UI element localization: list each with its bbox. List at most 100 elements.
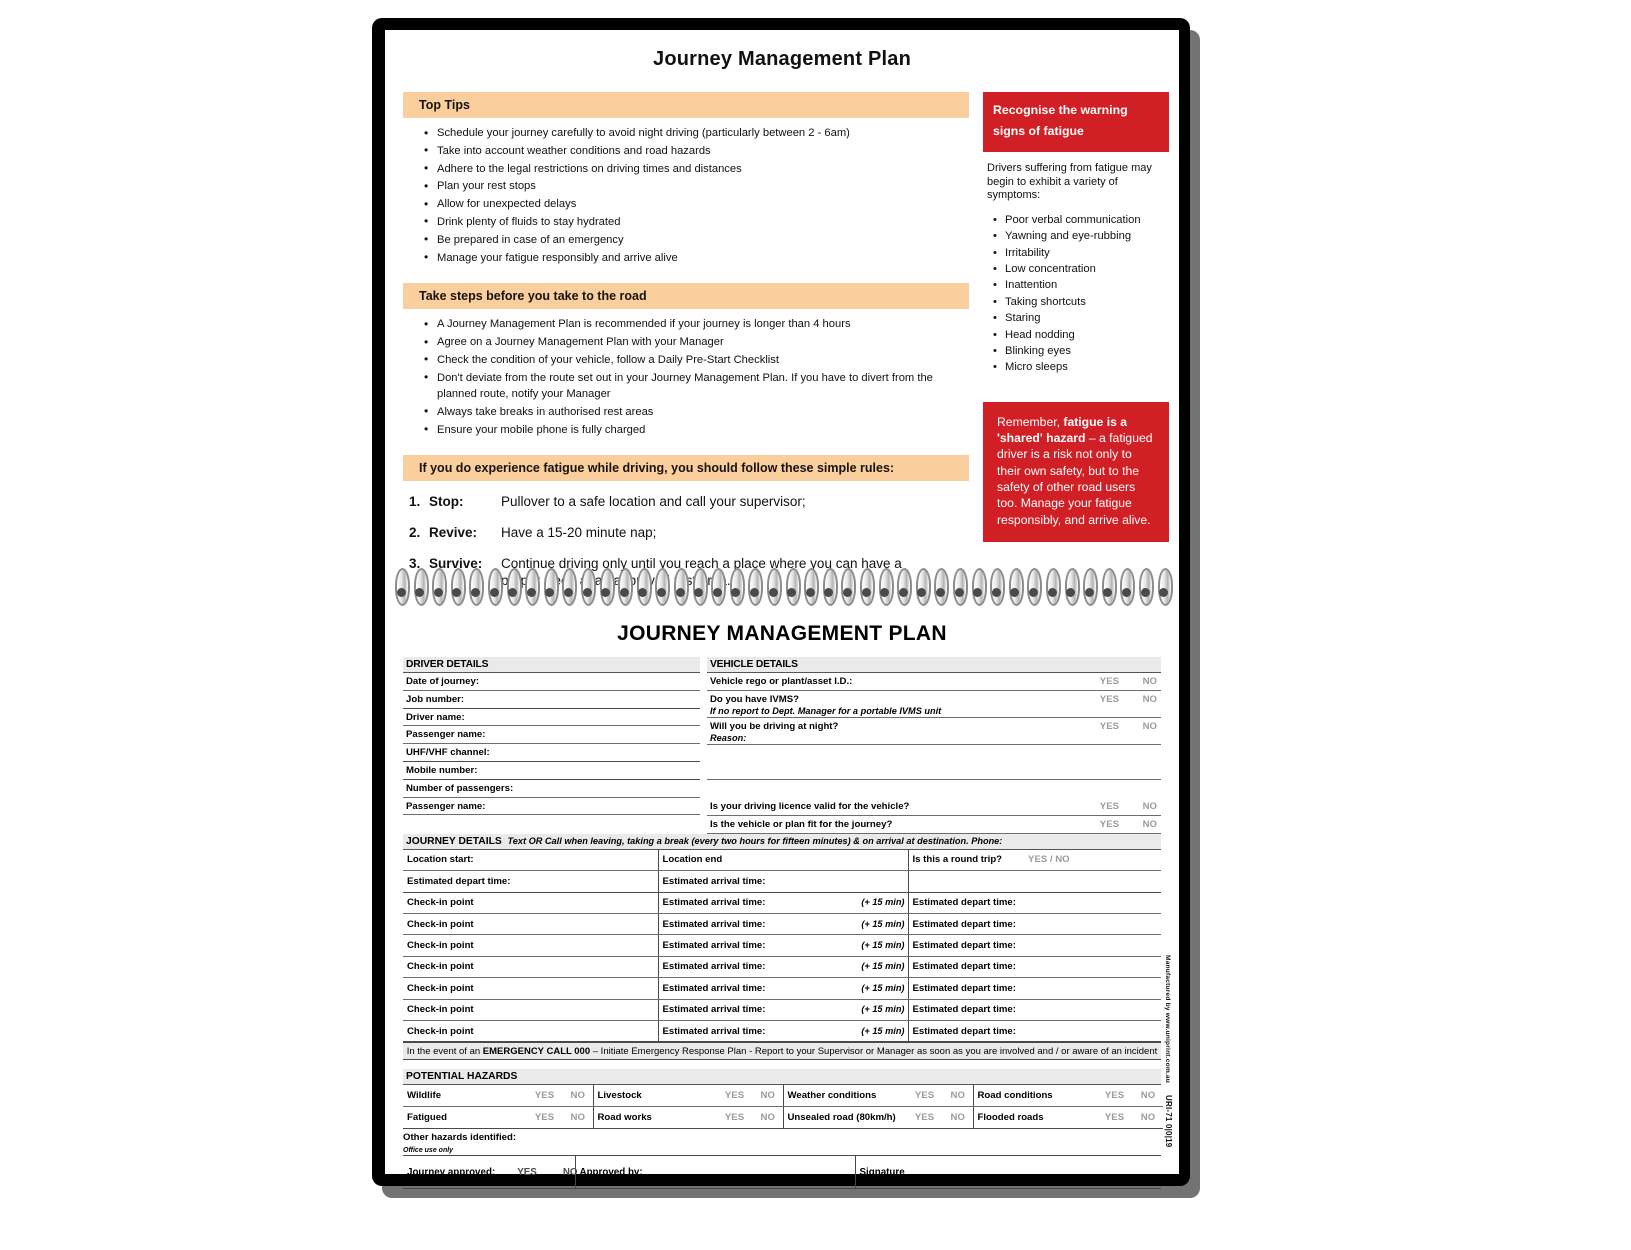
no-option[interactable]: NO (1143, 693, 1157, 706)
manufacturer-credit: Manufactured by www.uniprint.com.au (1164, 955, 1171, 1084)
field-passenger-name-1[interactable]: Passenger name: (403, 726, 700, 745)
cell-signature[interactable]: Signature (854, 1155, 1161, 1190)
cell-checkin-point[interactable]: Check-in point (403, 934, 658, 957)
field-vehicle-rego[interactable]: Vehicle rego or plant/asset I.D.: YES NO (707, 673, 1161, 691)
table-row: Estimated depart time: Estimated arrival… (403, 870, 1161, 893)
plus-fifteen-min: (+ 15 min) (861, 918, 905, 929)
hazard-road-works: Road works (592, 1106, 716, 1130)
arrival-label: Estimated arrival time: (662, 1025, 766, 1037)
cell-estimated-depart[interactable]: Estimated depart time: (907, 892, 1161, 914)
field-mobile-number[interactable]: Mobile number: (403, 762, 700, 780)
yes-option[interactable]: YES (716, 1085, 749, 1108)
list-item: A Journey Management Plan is recommended… (424, 316, 969, 333)
no-option[interactable]: NO (1143, 818, 1157, 831)
cell-estimated-depart[interactable]: Estimated depart time: (907, 913, 1161, 936)
table-row: Fatigued YES NO Road works YES NO Unseal… (403, 1106, 1163, 1130)
cell-estimated-arrival[interactable]: Estimated arrival time: (+ 15 min) (657, 892, 908, 914)
spiral-coil (858, 568, 875, 608)
cell-round-trip[interactable]: Is this a round trip? YES / NO (907, 849, 1161, 872)
list-item: Plan your rest stops (424, 178, 969, 195)
field-licence-valid[interactable]: Is your driving licence valid for the ve… (707, 798, 1161, 816)
field-date-of-journey[interactable]: Date of journey: (403, 673, 700, 691)
yes-option[interactable]: YES (1100, 818, 1119, 831)
yes-option[interactable]: YES (526, 1106, 559, 1130)
spiral-coil (709, 568, 727, 608)
field-have-ivms[interactable]: Do you have IVMS? If no report to Dept. … (707, 691, 1161, 718)
cell-estimated-arrival[interactable]: Estimated arrival time: (+ 15 min) (657, 934, 908, 957)
no-option[interactable]: NO (749, 1085, 783, 1108)
cell-estimated-arrival[interactable]: Estimated arrival time: (+ 15 min) (657, 999, 908, 1021)
spiral-coil (765, 568, 782, 608)
field-label: Is the vehicle or plan fit for the journ… (710, 818, 893, 830)
cell-journey-approved[interactable]: Journey approved: YES NO (403, 1155, 578, 1190)
cell-estimated-arrival[interactable]: Estimated arrival time: (+ 15 min) (657, 956, 908, 979)
list-item: 1. Stop: Pullover to a safe location and… (403, 493, 969, 510)
cell-estimated-arrival[interactable]: Estimated arrival time: (+ 15 min) (657, 1020, 908, 1043)
cell-location-end[interactable]: Location end (657, 849, 908, 872)
cell-estimated-depart[interactable]: Estimated depart time: (907, 977, 1161, 1000)
other-hazards-label[interactable]: Other hazards identified: (403, 1132, 1161, 1143)
spiral-binding: (function(){ var s=document.currentScrip… (385, 568, 1179, 610)
field-driver-name[interactable]: Driver name: (403, 709, 700, 727)
plus-fifteen-min: (+ 15 min) (861, 961, 905, 972)
yes-option[interactable]: YES (1096, 1106, 1129, 1130)
no-option[interactable]: NO (939, 1085, 973, 1108)
yes-option[interactable]: YES (1100, 693, 1119, 706)
field-reason-writing-line[interactable] (707, 745, 1161, 763)
no-option[interactable]: NO (1143, 675, 1157, 688)
no-option[interactable]: NO (1143, 800, 1157, 813)
cell-checkin-point[interactable]: Check-in point (403, 913, 658, 936)
table-row: Journey approved: YES NO Approved by: Sign… (403, 1155, 1161, 1190)
no-option[interactable]: NO (1129, 1106, 1163, 1130)
cell-checkin-point[interactable]: Check-in point (403, 1020, 658, 1043)
cell-checkin-point[interactable]: Check-in point (403, 956, 658, 979)
table-row: Check-in point Estimated arrival time: (+ … (403, 956, 1161, 979)
no-option[interactable]: NO (559, 1085, 593, 1108)
cell-checkin-point[interactable]: Check-in point (403, 999, 658, 1021)
yes-option[interactable]: YES (906, 1085, 939, 1108)
no-option[interactable]: NO (1129, 1085, 1163, 1108)
cell-estimated-depart[interactable]: Estimated depart time: (907, 956, 1161, 979)
cell-estimated-arrival[interactable]: Estimated arrival time: (657, 870, 908, 893)
cell-estimated-arrival[interactable]: Estimated arrival time: (+ 15 min) (657, 977, 908, 1000)
cell-estimated-depart[interactable]: Estimated depart time: (907, 1020, 1161, 1043)
yes-option[interactable]: YES (517, 1167, 563, 1178)
cell-estimated-arrival[interactable]: Estimated arrival time: (+ 15 min) (657, 913, 908, 936)
yes-option[interactable]: YES (1100, 720, 1119, 733)
yes-option[interactable]: YES (1100, 675, 1119, 688)
cell-estimated-depart[interactable]: Estimated depart time: (403, 870, 658, 893)
field-driving-at-night[interactable]: Will you be driving at night? Reason: YE… (707, 718, 1161, 745)
info-right-column: Recognise the warning signs of fatigue D… (983, 92, 1169, 542)
cell-estimated-depart[interactable]: Estimated depart time: (907, 934, 1161, 957)
field-number-of-passengers[interactable]: Number of passengers: (403, 780, 700, 798)
plus-fifteen-min: (+ 15 min) (861, 940, 905, 951)
yes-option[interactable]: YES (716, 1106, 749, 1130)
no-option[interactable]: NO (939, 1106, 973, 1130)
yes-option[interactable]: YES (906, 1106, 939, 1130)
yes-option[interactable]: YES (526, 1085, 559, 1108)
no-option[interactable]: NO (1143, 720, 1157, 733)
spiral-coil (1118, 568, 1136, 608)
yes-option[interactable]: YES (1096, 1085, 1129, 1108)
cell-checkin-point[interactable]: Check-in point (403, 977, 658, 1000)
cell-location-start[interactable]: Location start: (403, 849, 658, 872)
cell-checkin-point[interactable]: Check-in point (403, 892, 658, 914)
plus-fifteen-min: (+ 15 min) (861, 1025, 905, 1036)
field-passenger-name-2[interactable]: Passenger name: (403, 798, 700, 816)
list-item: Agree on a Journey Management Plan with … (424, 334, 969, 351)
yes-option[interactable]: YES (1100, 800, 1119, 813)
field-job-number[interactable]: Job number: (403, 691, 700, 709)
warning-heading-line1: Recognise the warning (993, 103, 1128, 117)
field-uhf-vhf-channel[interactable]: UHF/VHF channel: (403, 744, 700, 762)
office-use-only-label: Office use only (403, 1147, 454, 1155)
no-option[interactable]: NO (749, 1106, 783, 1130)
round-trip-options[interactable]: YES / NO (1002, 854, 1070, 865)
field-vehicle-fit[interactable]: Is the vehicle or plan fit for the journ… (707, 816, 1161, 834)
list-item: Don't deviate from the route set out in … (424, 369, 937, 403)
no-option[interactable]: NO (559, 1106, 593, 1130)
cell-estimated-depart[interactable]: Estimated depart time: (907, 999, 1161, 1021)
cell-approved-by[interactable]: Approved by: (574, 1155, 855, 1190)
hazard-livestock: Livestock (592, 1085, 716, 1108)
field-reason-writing-line-2[interactable] (707, 763, 1161, 781)
spiral-coil (1100, 568, 1117, 608)
